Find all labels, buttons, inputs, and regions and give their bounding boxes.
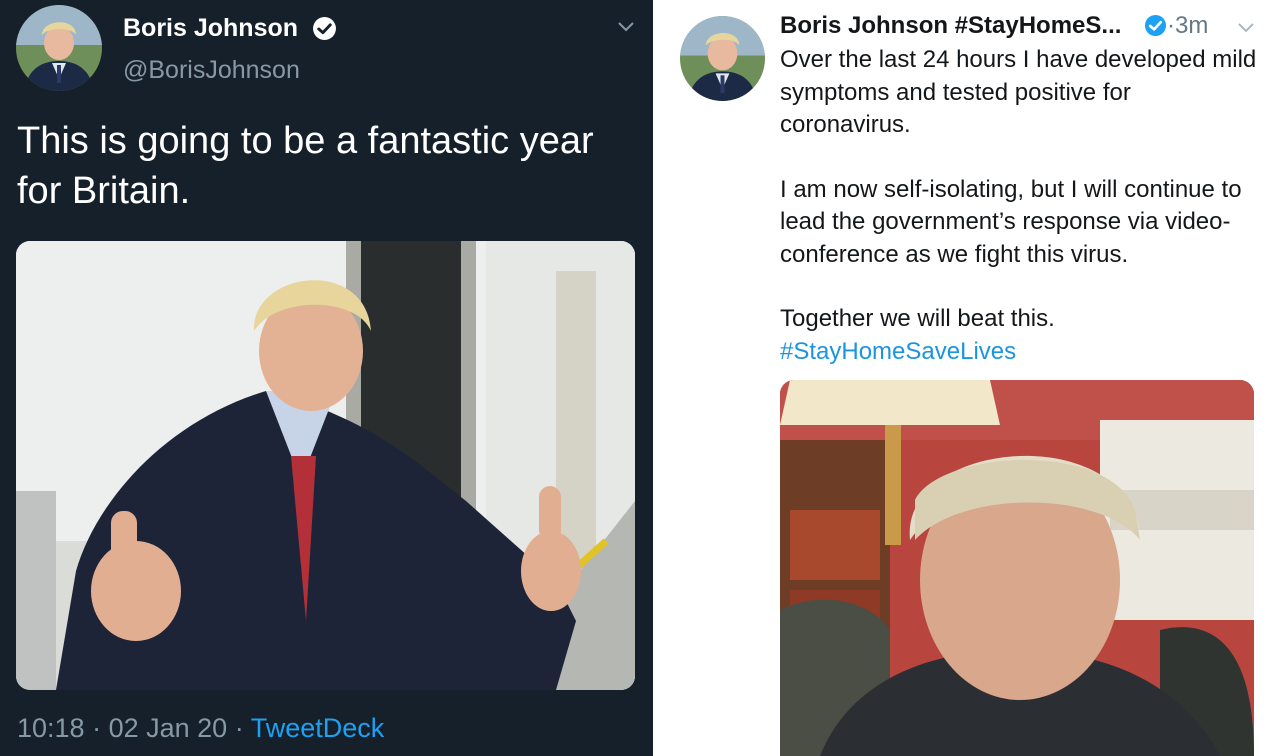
verified-badge-icon — [1144, 14, 1167, 37]
divider — [653, 0, 663, 756]
tweet-paragraph: Over the last 24 hours I have developed … — [780, 46, 1257, 138]
meta-separator: · — [84, 713, 109, 743]
tweet-time[interactable]: 10:18 — [17, 713, 85, 743]
display-name[interactable]: Boris Johnson — [123, 14, 298, 43]
meta-separator: · — [227, 713, 251, 743]
verified-badge-icon — [313, 17, 336, 40]
tweet-text: Over the last 24 hours I have developed … — [780, 44, 1260, 368]
tweet-paragraph: I am now self-isolating, but I will cont… — [780, 175, 1242, 268]
dark-tweet-card: Boris Johnson @BorisJohnson This is goin… — [0, 0, 653, 756]
avatar[interactable] — [16, 5, 102, 91]
light-tweet-card: Boris Johnson #StayHomeS... ·3m Over the… — [663, 0, 1280, 756]
client-link[interactable]: TweetDeck — [251, 713, 385, 743]
tweet-date[interactable]: 02 Jan 20 — [109, 713, 228, 743]
chevron-down-icon[interactable] — [1237, 22, 1255, 34]
tweet-photo[interactable] — [16, 241, 635, 690]
chevron-down-icon[interactable] — [616, 20, 636, 34]
avatar[interactable] — [680, 16, 765, 101]
user-handle[interactable]: @BorisJohnson — [123, 56, 300, 85]
tweet-video-thumbnail[interactable] — [780, 380, 1254, 756]
hashtag-link[interactable]: #StayHomeSaveLives — [780, 336, 1260, 369]
tweet-time[interactable]: ·3m — [1167, 12, 1208, 40]
tweet-meta: 10:18 · 02 Jan 20 · TweetDeck — [17, 713, 384, 744]
tweet-paragraph: Together we will beat this. — [780, 305, 1055, 332]
display-name[interactable]: Boris Johnson #StayHomeS... — [780, 12, 1121, 40]
tweet-text: This is going to be a fantastic year for… — [17, 120, 594, 212]
